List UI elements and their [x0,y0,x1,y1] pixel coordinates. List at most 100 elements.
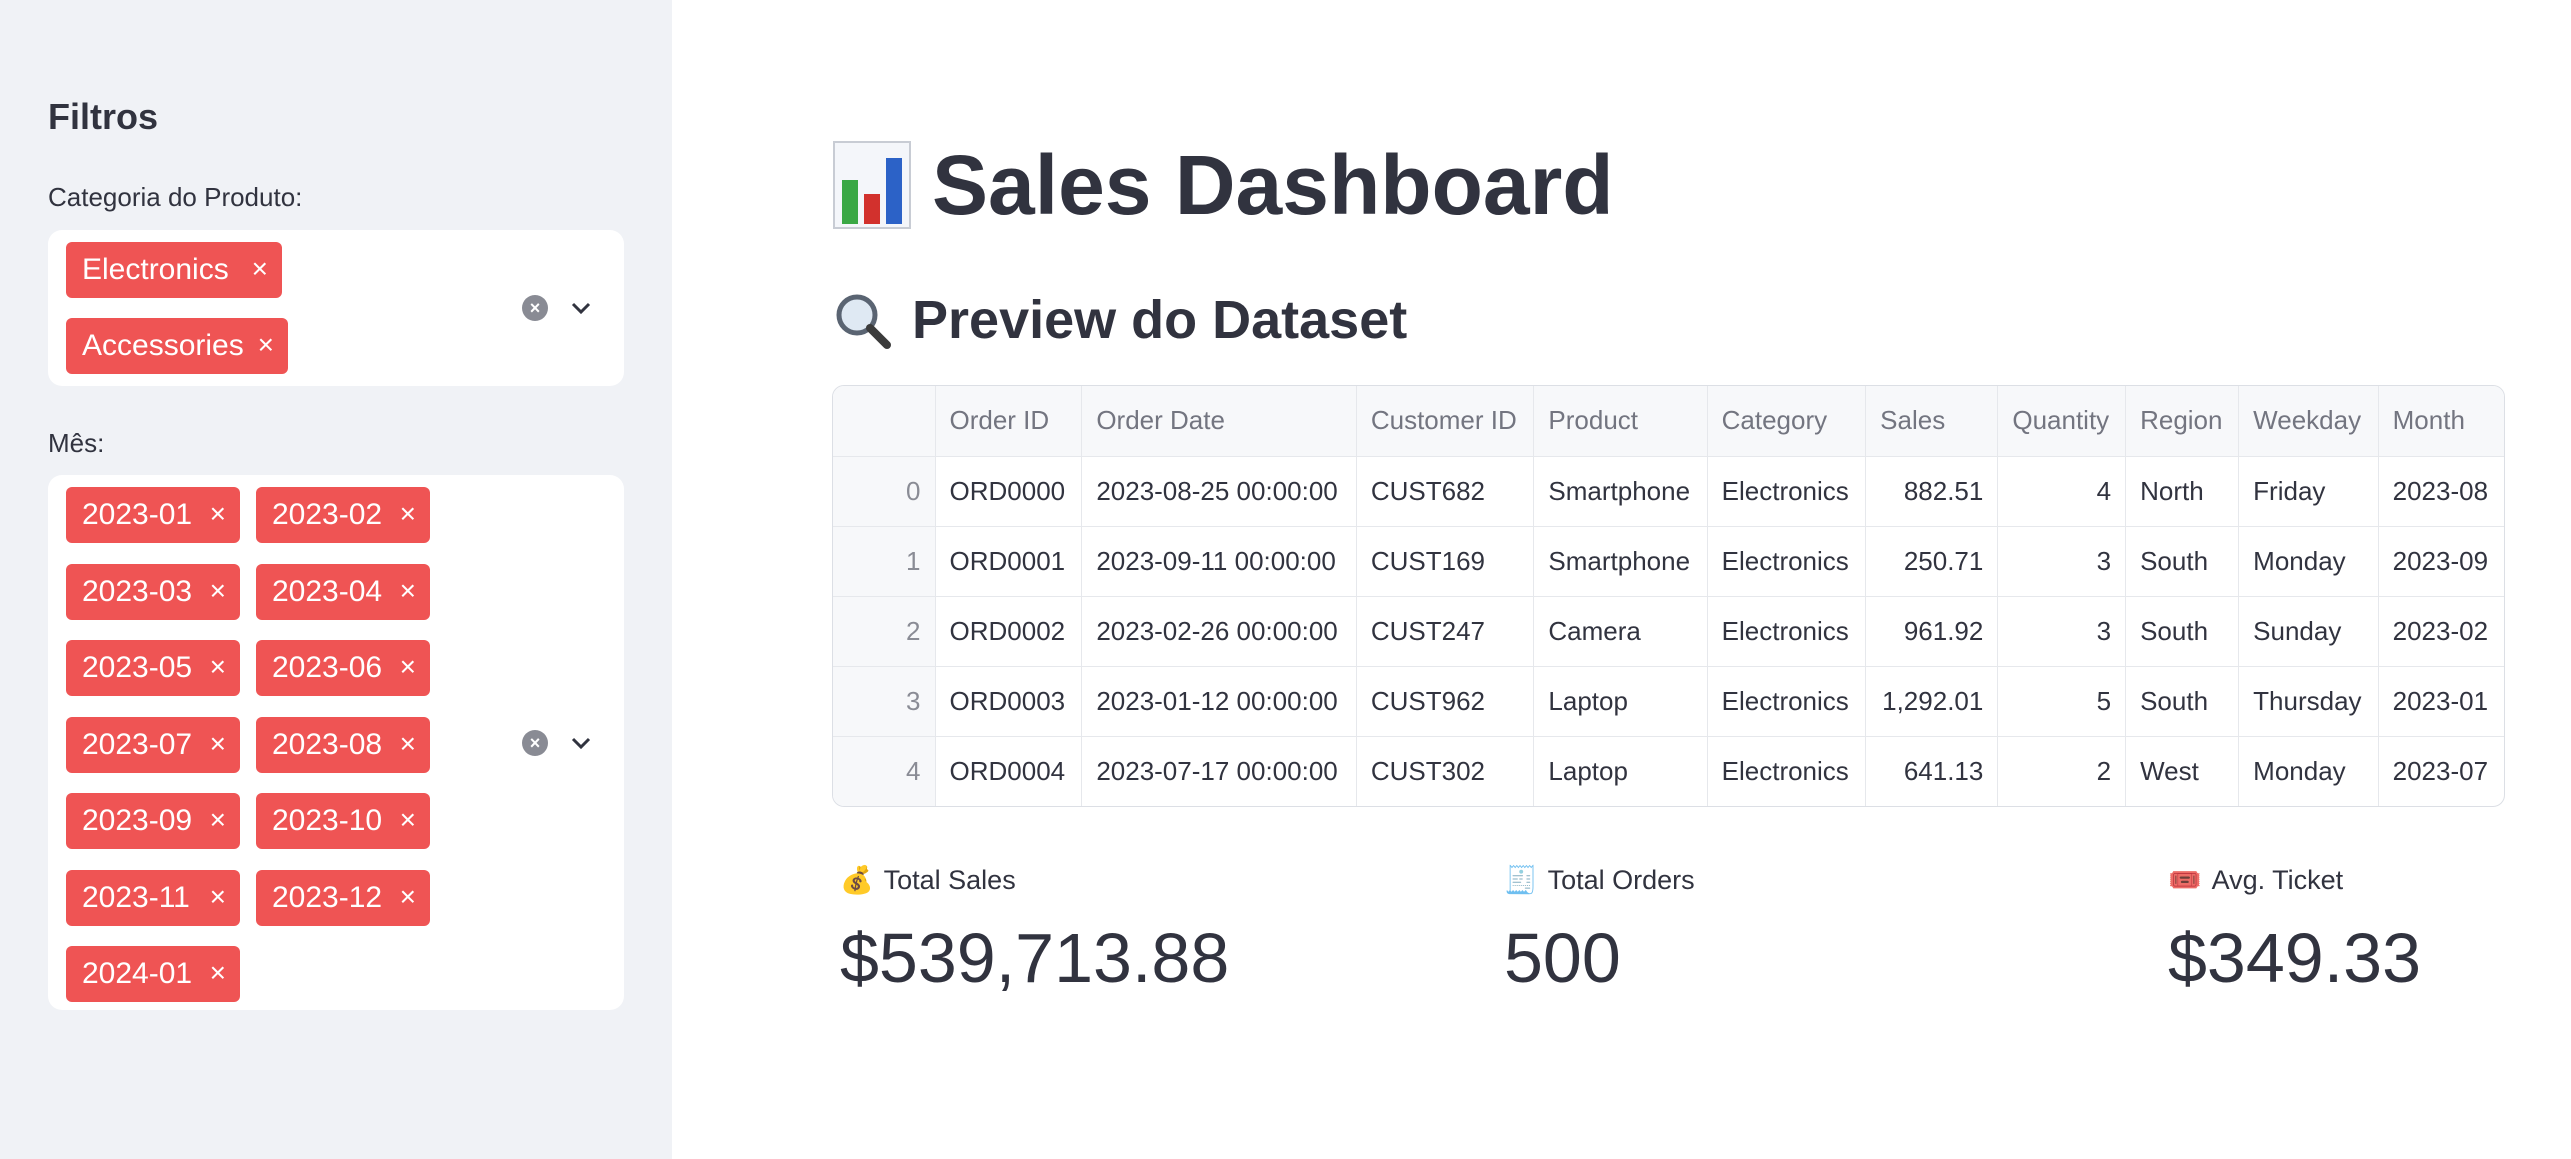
table-cell[interactable]: 2023-07-17 00:00:00 [1081,736,1357,806]
preview-title-text: Preview do Dataset [912,290,1408,350]
category-multiselect[interactable]: Electronics × Accessories × × [48,230,624,386]
table-cell[interactable]: Laptop [1533,736,1708,806]
column-header[interactable]: Month [2378,386,2504,457]
table-cell[interactable]: ORD0003 [935,666,1083,737]
table-cell[interactable]: 250.71 [1865,526,1999,597]
table-cell[interactable]: CUST247 [1356,596,1535,667]
remove-tag-icon[interactable]: × [258,330,274,360]
dataset-table[interactable]: Order ID Order Date Customer ID Product Cate… [832,385,2505,807]
remove-tag-icon[interactable]: × [210,652,226,682]
table-cell[interactable]: Monday [2238,736,2379,806]
table-cell[interactable]: Smartphone [1533,526,1708,597]
table-cell[interactable]: Sunday [2238,596,2379,667]
remove-tag-icon[interactable]: × [400,575,416,606]
table-cell[interactable]: 2023-02-26 00:00:00 [1081,596,1357,667]
table-cell[interactable]: 3 [1997,596,2127,667]
month-tag: 2023-10 × [256,793,430,849]
column-header[interactable]: Region [2125,386,2240,457]
month-multiselect[interactable]: 2023-01 × 2023-02 × 2023-03 × 2023-04 × 2023-05 ×… [48,475,624,1010]
month-tag: 2023-11 × [66,869,240,926]
remove-tag-icon[interactable]: × [210,575,226,606]
tag-label: 2023-08 [272,727,383,761]
table-cell[interactable]: Electronics [1707,666,1867,737]
table-cell[interactable]: South [2125,596,2240,667]
table-cell[interactable]: Friday [2238,456,2379,527]
table-row[interactable]: 4 ORD0004 2023-07-17 00:00:00 CUST302 Laptop… [833,736,2504,806]
table-cell[interactable]: Electronics [1707,736,1867,806]
table-cell[interactable]: North [2125,456,2240,527]
table-cell[interactable]: Smartphone [1533,456,1708,527]
remove-tag-icon[interactable]: × [400,881,416,912]
table-cell[interactable]: 641.13 [1865,736,1999,806]
table-cell[interactable]: ORD0002 [935,596,1083,667]
table-cell[interactable]: ORD0001 [935,526,1083,597]
table-cell[interactable]: 1,292.01 [1865,666,1999,737]
table-cell[interactable]: 5 [1997,666,2127,737]
remove-tag-icon[interactable]: × [210,499,226,529]
table-cell[interactable]: Thursday [2238,666,2379,737]
table-cell[interactable]: 961.92 [1865,596,1999,667]
remove-tag-icon[interactable]: × [210,881,226,912]
tag-label: 2023-03 [82,574,193,608]
remove-tag-icon[interactable]: × [210,805,226,835]
table-cell[interactable]: 3 [1997,526,2127,597]
remove-tag-icon[interactable]: × [400,728,416,759]
row-index: 0 [833,456,936,527]
remove-tag-icon[interactable]: × [210,958,226,988]
column-header[interactable]: Order Date [1081,386,1357,457]
table-row[interactable]: 3 ORD0003 2023-01-12 00:00:00 CUST962 Laptop… [833,666,2504,737]
chevron-down-icon[interactable] [568,730,594,756]
column-header[interactable]: Category [1707,386,1867,457]
remove-tag-icon[interactable]: × [400,499,416,529]
table-cell[interactable]: South [2125,666,2240,737]
table-cell[interactable]: 2023-02 [2378,596,2504,667]
table-cell[interactable]: CUST169 [1356,526,1535,597]
column-header[interactable]: Customer ID [1356,386,1535,457]
tag-label: 2023-12 [272,880,383,914]
table-row[interactable]: 2 ORD0002 2023-02-26 00:00:00 CUST247 Camera… [833,596,2504,667]
table-cell[interactable]: Laptop [1533,666,1708,737]
column-header[interactable]: Sales [1865,386,1999,457]
table-cell[interactable]: 2023-09 [2378,526,2504,597]
table-cell[interactable]: Camera [1533,596,1708,667]
table-cell[interactable]: Electronics [1707,526,1867,597]
table-cell[interactable]: 2023-01 [2378,666,2504,737]
column-header[interactable]: Product [1533,386,1708,457]
table-cell[interactable]: 2023-09-11 00:00:00 [1081,526,1357,597]
table-row[interactable]: 0 ORD0000 2023-08-25 00:00:00 CUST682 Smartp… [833,456,2504,527]
receipt-icon: 🧾 [1504,865,1538,895]
clear-all-icon[interactable]: × [522,730,548,756]
table-cell[interactable]: 4 [1997,456,2127,527]
table-cell[interactable]: 2023-08-25 00:00:00 [1081,456,1357,527]
bar-chart-icon [833,141,911,229]
table-cell[interactable]: ORD0000 [935,456,1083,527]
column-header[interactable]: Weekday [2238,386,2379,457]
money-bag-icon: 💰 [840,865,874,895]
column-header[interactable]: Quantity [1997,386,2127,457]
table-cell[interactable]: ORD0004 [935,736,1083,806]
table-cell[interactable]: 2023-01-12 00:00:00 [1081,666,1357,737]
table-cell[interactable]: 2023-08 [2378,456,2504,527]
table-cell[interactable]: CUST682 [1356,456,1535,527]
remove-tag-icon[interactable]: × [400,652,416,682]
table-cell[interactable]: 882.51 [1865,456,1999,527]
table-cell[interactable]: South [2125,526,2240,597]
column-header[interactable]: Order ID [935,386,1083,457]
tag-label: Electronics [82,253,229,286]
remove-tag-icon[interactable]: × [400,805,416,835]
page-title: Sales Dashboard [832,130,1614,240]
table-cell[interactable]: Electronics [1707,456,1867,527]
remove-tag-icon[interactable]: × [210,728,226,759]
clear-all-icon[interactable]: × [522,295,548,321]
table-cell[interactable]: Monday [2238,526,2379,597]
table-cell[interactable]: CUST962 [1356,666,1535,737]
table-row[interactable]: 1 ORD0001 2023-09-11 00:00:00 CUST169 Smartp… [833,526,2504,597]
remove-tag-icon[interactable]: × [252,254,268,284]
chevron-down-icon[interactable] [568,295,594,321]
table-cell[interactable]: 2 [1997,736,2127,806]
table-cell[interactable]: 2023-07 [2378,736,2504,806]
preview-title: Preview do Dataset [832,285,1407,355]
table-cell[interactable]: Electronics [1707,596,1867,667]
table-cell[interactable]: CUST302 [1356,736,1535,806]
table-cell[interactable]: West [2125,736,2240,806]
